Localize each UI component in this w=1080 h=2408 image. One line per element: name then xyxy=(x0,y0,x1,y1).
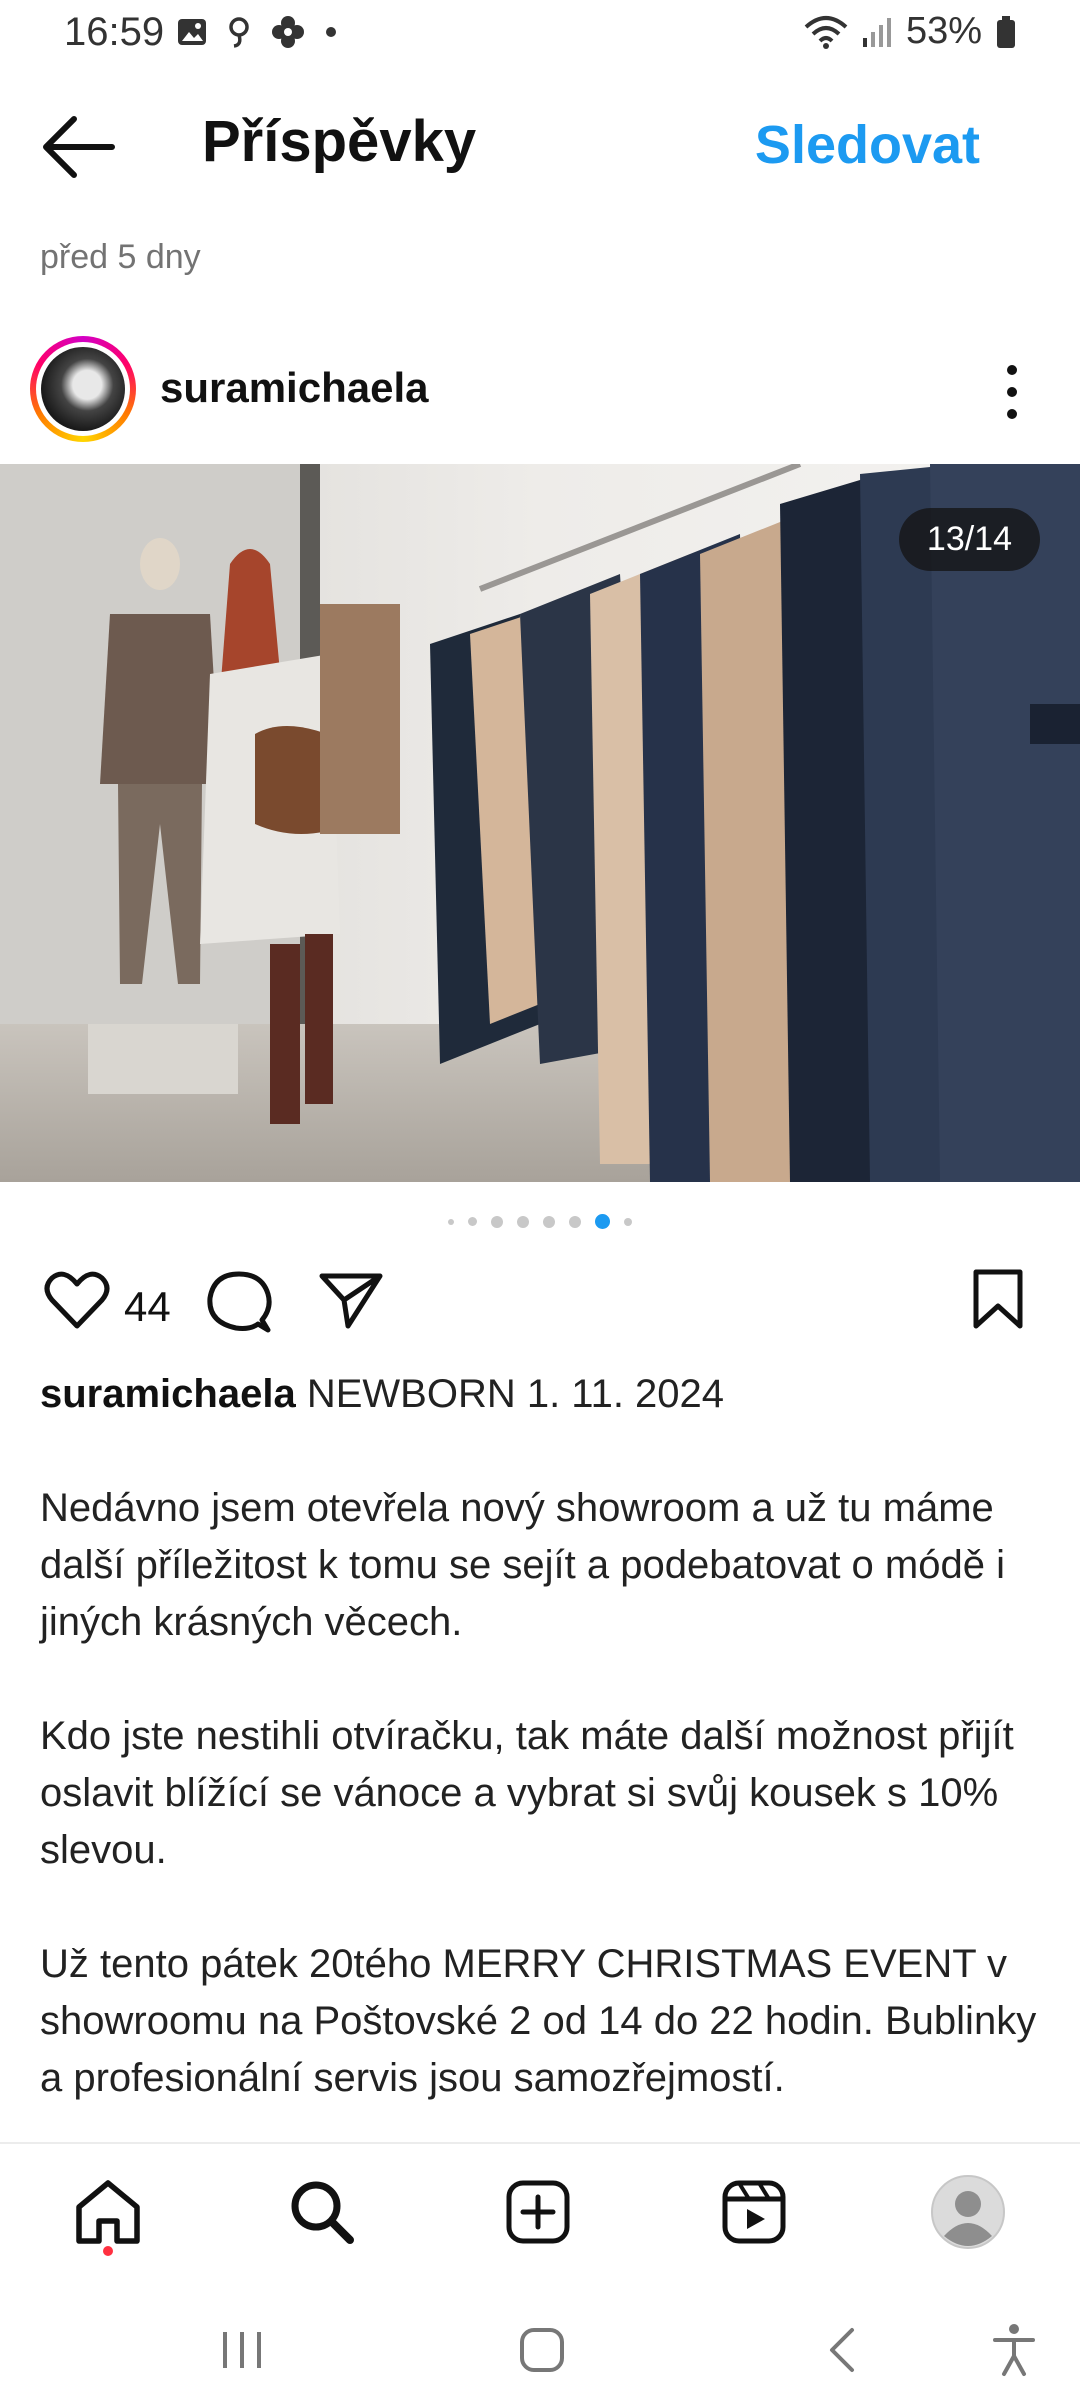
carousel-dot xyxy=(448,1218,454,1225)
create-icon xyxy=(506,2180,570,2244)
back-arrow-icon[interactable] xyxy=(38,112,120,182)
save-bookmark-icon[interactable] xyxy=(970,1268,1026,1330)
back-icon xyxy=(830,2328,854,2372)
more-notifications-icon xyxy=(326,27,336,37)
image-counter-badge: 13/14 xyxy=(898,508,1040,571)
status-bar: 16:59 53% xyxy=(0,0,1080,72)
carousel-dot-active xyxy=(595,1214,610,1229)
status-right: 53% xyxy=(804,10,1016,53)
search-icon xyxy=(291,2181,354,2244)
wifi-icon xyxy=(804,15,848,49)
like-heart-icon[interactable] xyxy=(44,1270,110,1330)
system-home-button[interactable] xyxy=(512,2320,572,2380)
avatar-photo xyxy=(41,347,125,431)
system-nav-bar xyxy=(0,2282,1080,2408)
carousel-dot xyxy=(517,1215,529,1228)
post-caption: suramichaela NEWBORN 1. 11. 2024 Nedávno… xyxy=(40,1366,1040,2107)
nav-profile[interactable] xyxy=(928,2172,1008,2252)
home-icon xyxy=(76,2180,140,2244)
carousel-dot xyxy=(543,1215,555,1228)
nav-home[interactable] xyxy=(68,2172,148,2252)
status-time: 16:59 xyxy=(64,10,165,54)
nav-search[interactable] xyxy=(282,2172,362,2252)
recent-apps-button[interactable] xyxy=(212,2320,272,2380)
carousel-dots xyxy=(0,1214,1080,1229)
like-count[interactable]: 44 xyxy=(124,1283,171,1331)
reels-icon xyxy=(722,2180,786,2244)
bottom-nav xyxy=(0,2142,1080,2284)
notification-dot xyxy=(103,2246,113,2256)
share-icon[interactable] xyxy=(318,1270,384,1330)
caption-paragraph: Nedávno jsem otevřela nový showroom a už… xyxy=(40,1486,1005,1644)
post-username[interactable]: suramichaela xyxy=(160,364,429,412)
more-options-icon[interactable] xyxy=(1002,360,1022,424)
post-time-ago: před 5 dny xyxy=(40,238,201,276)
avatar[interactable] xyxy=(30,336,136,442)
caption-paragraph: Kdo jste nestihli otvíračku, tak máte da… xyxy=(40,1714,1014,1872)
post-image[interactable] xyxy=(0,464,1080,1182)
signal-icon xyxy=(862,17,891,47)
showroom-photo xyxy=(0,464,1080,1182)
carousel-dot xyxy=(569,1215,581,1228)
post-actions xyxy=(40,1266,1040,1346)
threads-icon xyxy=(229,17,249,48)
accessibility-icon xyxy=(993,2324,1035,2376)
nav-create[interactable] xyxy=(498,2172,578,2252)
follow-button[interactable]: Sledovat xyxy=(755,114,980,176)
nav-reels[interactable] xyxy=(714,2172,794,2252)
accessibility-button[interactable] xyxy=(984,2320,1044,2380)
page-title: Příspěvky xyxy=(202,109,477,174)
caption-username[interactable]: suramichaela xyxy=(40,1372,296,1416)
profile-icon xyxy=(931,2175,1005,2249)
carousel-dot xyxy=(468,1217,477,1226)
caption-first-line: NEWBORN 1. 11. 2024 xyxy=(306,1372,725,1416)
system-back-button[interactable] xyxy=(812,2320,872,2380)
comment-icon[interactable] xyxy=(206,1270,272,1334)
carousel-dot xyxy=(491,1215,503,1228)
carousel-dot xyxy=(624,1217,632,1226)
battery-percent: 53% xyxy=(905,10,982,52)
caption-paragraph: Už tento pátek 20tého MERRY CHRISTMAS EV… xyxy=(40,1942,1037,2100)
gallery-icon xyxy=(178,19,206,45)
home-button-icon xyxy=(520,2328,564,2372)
flower-icon xyxy=(272,16,304,48)
battery-icon xyxy=(997,15,1015,48)
recent-apps-icon xyxy=(223,2332,261,2368)
notification-icons xyxy=(176,14,338,50)
